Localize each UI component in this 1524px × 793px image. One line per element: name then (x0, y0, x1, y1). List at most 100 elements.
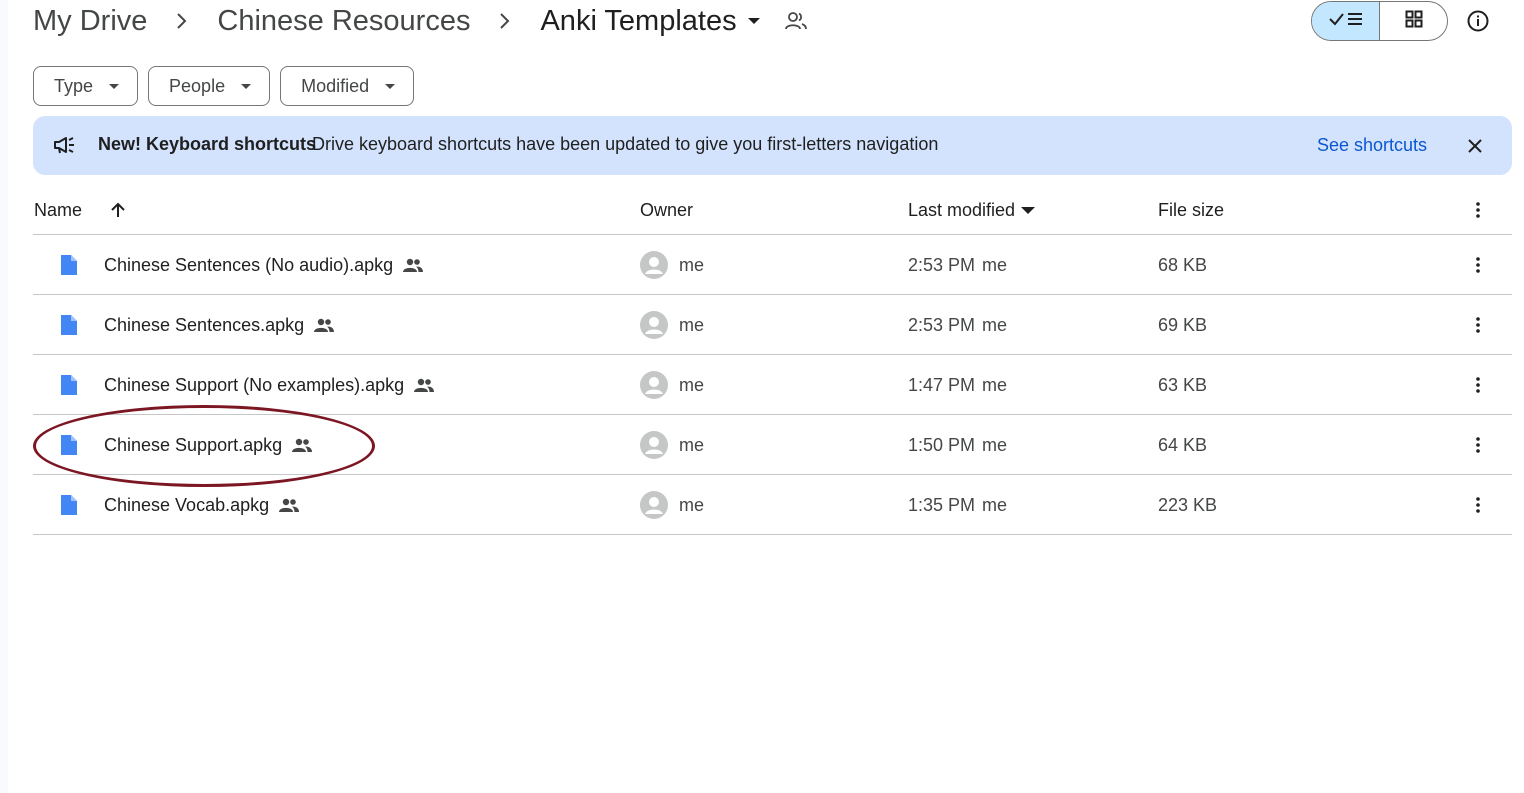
avatar-icon (640, 235, 668, 295)
more-vert-icon[interactable] (1466, 475, 1490, 535)
people-icon (414, 378, 435, 392)
more-vert-icon[interactable] (1466, 295, 1490, 355)
table-row[interactable]: Chinese Support (No examples).apkg me 1:… (33, 355, 1512, 415)
last-modified: 2:53 PM me (908, 295, 1007, 355)
file-list: Name Owner Last modified File size Chine… (33, 185, 1512, 535)
caret-down-icon (385, 83, 396, 89)
more-vert-icon[interactable] (1466, 185, 1490, 235)
file-name-text: Chinese Support (No examples).apkg (104, 374, 405, 395)
chip-label: People (169, 75, 226, 96)
more-vert-icon[interactable] (1466, 355, 1490, 415)
people-icon (403, 258, 424, 272)
name-column-header[interactable]: Name (34, 185, 82, 235)
caret-down-icon (109, 83, 120, 89)
last-modified-label: Last modified (908, 199, 1016, 220)
owner-column-header: Owner (640, 199, 694, 220)
file-size: 68 KB (1158, 254, 1208, 275)
file-name-text: Chinese Sentences (No audio).apkg (104, 254, 394, 275)
last-modified: 1:47 PM me (908, 355, 1007, 415)
filter-chips: Type People Modified (33, 66, 415, 106)
file-size: 64 KB (1158, 434, 1208, 455)
file-size: 63 KB (1158, 374, 1208, 395)
banner-message: Drive keyboard shortcuts have been updat… (312, 134, 939, 154)
file-size: 223 KB (1158, 494, 1218, 515)
table-row[interactable]: Chinese Vocab.apkg me 1:35 PM me 223 KB (33, 475, 1512, 535)
file-doc-icon (61, 355, 77, 415)
more-vert-icon[interactable] (1466, 415, 1490, 475)
owner-name: me (679, 434, 705, 455)
chip-label: Type (54, 75, 94, 96)
modified-by: me (982, 314, 1008, 335)
side-panel-edge (0, 0, 8, 793)
list-view-button[interactable] (1312, 2, 1380, 40)
people-icon (292, 438, 313, 452)
owner-name: me (679, 254, 705, 275)
file-doc-icon (61, 475, 77, 535)
people-icon (314, 318, 335, 332)
file-name: Chinese Support (No examples).apkg (104, 355, 435, 415)
check-list-icon (1328, 10, 1364, 33)
file-name-text: Chinese Vocab.apkg (104, 494, 270, 515)
modified-by: me (982, 254, 1008, 275)
modified-time: 2:53 PM (908, 254, 976, 275)
owner-name: me (679, 494, 705, 515)
breadcrumb-chinese-resources[interactable]: Chinese Resources (217, 0, 470, 42)
close-icon[interactable] (1463, 134, 1487, 158)
people-filter-chip[interactable]: People (148, 66, 271, 106)
modified-by: me (982, 494, 1008, 515)
modified-time: 2:53 PM (908, 314, 976, 335)
megaphone-icon (53, 134, 77, 161)
last-modified: 2:53 PM me (908, 235, 1007, 295)
file-doc-icon (61, 235, 77, 295)
last-modified-column-header[interactable]: Last modified (908, 185, 1036, 235)
caret-down-icon (241, 83, 252, 89)
last-modified: 1:50 PM me (908, 415, 1007, 475)
modified-filter-chip[interactable]: Modified (280, 66, 415, 106)
caret-down-icon (1021, 206, 1036, 214)
caret-down-icon[interactable] (747, 0, 761, 42)
avatar-icon (640, 355, 668, 415)
avatar-icon (640, 475, 668, 535)
chip-label: Modified (301, 75, 370, 96)
breadcrumb-current-folder[interactable]: Anki Templates (540, 0, 736, 42)
owner-name: me (679, 374, 705, 395)
announcement-banner: New! Keyboard shortcuts Drive keyboard s… (33, 116, 1512, 175)
table-row[interactable]: Chinese Sentences (No audio).apkg me 2:5… (33, 235, 1512, 295)
file-doc-icon (61, 295, 77, 355)
type-filter-chip[interactable]: Type (33, 66, 139, 106)
breadcrumb-my-drive[interactable]: My Drive (33, 0, 147, 42)
table-header: Name Owner Last modified File size (33, 185, 1512, 235)
file-name: Chinese Sentences.apkg (104, 295, 335, 355)
file-name: Chinese Support.apkg (104, 415, 313, 475)
modified-by: me (982, 374, 1008, 395)
avatar-icon (640, 295, 668, 355)
more-vert-icon[interactable] (1466, 235, 1490, 295)
grid-view-button[interactable] (1380, 2, 1447, 40)
chevron-right-icon (487, 0, 523, 42)
table-row[interactable]: Chinese Sentences.apkg me 2:53 PM me 69 … (33, 295, 1512, 355)
info-icon[interactable] (1463, 6, 1493, 36)
file-size: 69 KB (1158, 314, 1208, 335)
people-icon (279, 498, 300, 512)
arrow-up-icon[interactable] (109, 185, 127, 235)
chevron-right-icon (164, 0, 200, 42)
modified-time: 1:47 PM (908, 374, 976, 395)
file-name-text: Chinese Sentences.apkg (104, 314, 305, 335)
breadcrumb: My Drive Chinese Resources Anki Template… (33, 0, 807, 42)
file-doc-icon (61, 415, 77, 475)
file-name-text: Chinese Support.apkg (104, 434, 283, 455)
modified-by: me (982, 434, 1008, 455)
modified-time: 1:35 PM (908, 494, 976, 515)
modified-time: 1:50 PM (908, 434, 976, 455)
last-modified: 1:35 PM me (908, 475, 1007, 535)
table-row[interactable]: Chinese Support.apkg me 1:50 PM me 64 KB (33, 415, 1512, 475)
see-shortcuts-link[interactable]: See shortcuts (1317, 135, 1427, 156)
owner-name: me (679, 314, 705, 335)
file-size-column-header: File size (1158, 199, 1225, 220)
people-outline-icon (784, 0, 807, 42)
banner-title: New! Keyboard shortcuts (98, 134, 317, 154)
file-name: Chinese Sentences (No audio).apkg (104, 235, 424, 295)
avatar-icon (640, 415, 668, 475)
file-name: Chinese Vocab.apkg (104, 475, 300, 535)
view-toggle (1311, 1, 1448, 41)
